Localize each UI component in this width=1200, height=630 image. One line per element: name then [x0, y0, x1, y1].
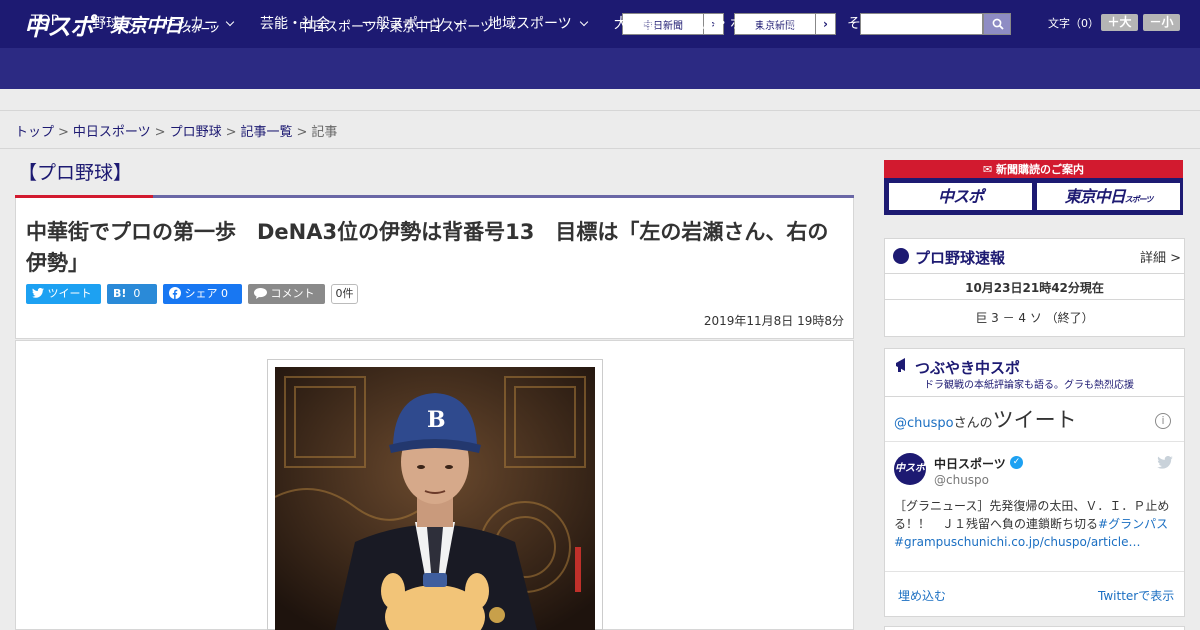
player-photo-image: B	[275, 367, 595, 630]
sidebar-next-widget	[884, 626, 1185, 630]
breadcrumb-separator: >	[296, 125, 308, 140]
facebook-share-button[interactable]: シェア 0	[163, 284, 242, 304]
view-on-twitter-link[interactable]: Twitterで表示	[1098, 587, 1174, 604]
embed-link[interactable]: 埋め込む	[898, 587, 946, 604]
comment-count: 0件	[331, 284, 358, 304]
tweet-account-name[interactable]: 中日スポーツ	[934, 455, 1006, 472]
comment-label: コメント	[270, 287, 315, 300]
comment-button[interactable]: コメント	[248, 284, 325, 304]
chevron-right-icon: ›	[815, 14, 835, 34]
scoreboard-timestamp: 10月23日21時42分現在	[965, 281, 1104, 295]
scoreboard-details-link[interactable]: 詳細 >	[1140, 247, 1181, 266]
chevron-down-icon	[579, 17, 588, 27]
scoreboard-title: プロ野球速報	[915, 249, 1006, 267]
newspaper-icon: ✉	[982, 163, 993, 176]
twitter-widget-subtitle: ドラ観戦の本紙評論家も語る。グラも熱烈応援	[924, 380, 1134, 391]
nav-item-general-sports[interactable]: 一般スポーツ	[362, 13, 462, 33]
divider	[885, 273, 1184, 274]
article-date: 2019年11月8日 19時8分	[703, 314, 844, 328]
nav-item-soccer[interactable]: サッカー	[162, 13, 235, 33]
facebook-icon	[169, 287, 181, 299]
nav-item-other[interactable]: その他	[847, 13, 906, 33]
text-size-down-button[interactable]: －小	[1143, 14, 1180, 31]
breadcrumb-article-list[interactable]: 記事一覧	[241, 125, 293, 140]
article-category: 【プロ野球】	[18, 162, 133, 184]
nav-item-racing[interactable]: 競馬・ボート・競輪	[688, 13, 814, 33]
nav-label: その他	[847, 16, 889, 32]
tweet-label: ツイート	[47, 287, 92, 300]
divider	[885, 299, 1184, 300]
twitter-widget-title: つぶやき中スポ	[915, 359, 1021, 377]
nav-label: 野球	[92, 16, 120, 32]
nav-label: TOP	[31, 13, 60, 29]
divider	[885, 571, 1184, 572]
article-headline: 中華街でプロの第一歩 DeNA3位の伊勢は背番号13 目標は「左の岩瀬さん、右の…	[26, 220, 829, 275]
subscription-title-text: 新聞購読のご案内	[996, 163, 1085, 176]
breadcrumb-current: 記事	[311, 125, 338, 140]
nav-label: 大相撲	[614, 16, 656, 32]
chevron-down-icon	[225, 17, 235, 27]
ad-strip	[0, 89, 1200, 111]
nav-item-top[interactable]: TOP	[31, 13, 59, 29]
article-photo[interactable]: B	[275, 367, 595, 630]
breadcrumb-top[interactable]: トップ	[15, 125, 54, 140]
megaphone-icon	[896, 358, 905, 372]
breadcrumb: トップ > 中日スポーツ > プロ野球 > 記事一覧 > 記事	[15, 121, 337, 140]
subscription-title[interactable]: ✉ 新聞購読のご案内	[884, 161, 1183, 177]
tweet-hashtag[interactable]: #グランパス	[1098, 517, 1168, 531]
subscribe-tokyo-chunichi-button[interactable]: 東京中日スポーツ	[1036, 182, 1181, 211]
breadcrumb-separator: >	[58, 125, 69, 140]
nav-item-local-sports[interactable]: 地域スポーツ	[488, 13, 588, 33]
tweets-by-label: ツイート	[992, 408, 1077, 432]
nav-item-baseball[interactable]: 野球	[92, 13, 137, 33]
promo-tokyo-small: スポーツ	[1124, 195, 1154, 204]
search-button[interactable]	[983, 13, 1011, 35]
nav-label: 一般スポーツ	[362, 16, 446, 32]
twitter-bird-icon	[32, 287, 44, 298]
chevron-down-icon	[127, 17, 137, 27]
info-icon[interactable]: i	[1155, 413, 1171, 429]
facebook-share-label: シェア 0	[184, 287, 229, 300]
promo-tokyo-text: 東京中日	[1064, 187, 1126, 206]
nav-label: サッカー	[162, 16, 218, 32]
text-size-label: 文字（0）	[1048, 17, 1099, 30]
nav-label: 地域スポーツ	[488, 16, 572, 32]
breadcrumb-pro-baseball[interactable]: プロ野球	[170, 125, 222, 140]
chevron-down-icon	[453, 17, 462, 27]
tweets-by-handle[interactable]: @chuspo	[894, 416, 954, 431]
divider	[885, 441, 1184, 442]
tweet-screen-name[interactable]: @chuspo	[934, 473, 989, 487]
verified-badge-icon: ✓	[1010, 456, 1023, 469]
avatar[interactable]: 中スポ	[894, 453, 926, 485]
breadcrumb-separator: >	[225, 125, 237, 140]
nav-item-sumo[interactable]: 大相撲	[614, 13, 656, 33]
subscribe-chuspo-button[interactable]: 中スポ	[888, 182, 1033, 211]
baseball-icon	[893, 248, 909, 264]
breadcrumb-chunichi-sports[interactable]: 中日スポーツ	[73, 125, 151, 140]
divider	[885, 396, 1184, 397]
nav-label: 競馬・ボート・競輪	[688, 16, 814, 32]
text-size-up-button[interactable]: ＋大	[1101, 14, 1138, 31]
game-score[interactable]: 巨 3 － 4 ソ （終了）	[885, 309, 1184, 326]
tweets-by-suffix: さんの	[953, 416, 993, 431]
hatena-icon: B!	[113, 287, 127, 300]
tweet-button[interactable]: ツイート	[26, 284, 101, 304]
hatena-count: 0	[133, 287, 141, 300]
breadcrumb-separator: >	[154, 125, 166, 140]
hatena-bookmark-button[interactable]: B! 0	[107, 284, 157, 304]
chevron-down-icon	[896, 17, 906, 27]
main-nav	[0, 48, 1200, 89]
twitter-bird-icon[interactable]	[1157, 456, 1173, 469]
cap-logo: B	[427, 407, 446, 433]
search-icon	[992, 18, 1004, 30]
tweets-by-heading: @chuspoさんのツイート	[894, 404, 1077, 434]
nav-label: 芸能・社会	[260, 16, 330, 32]
speech-bubble-icon	[254, 288, 267, 299]
tweet-text: ［グラニュース］先発復帰の太田、Ｖ．Ｉ．Ｐ止める！！ Ｊ１残留へ負の連鎖断ち切る…	[894, 497, 1176, 551]
nav-item-entertainment[interactable]: 芸能・社会	[260, 13, 330, 33]
tweet-link[interactable]: #grampuschunichi.co.jp/chuspo/article…	[894, 535, 1140, 549]
